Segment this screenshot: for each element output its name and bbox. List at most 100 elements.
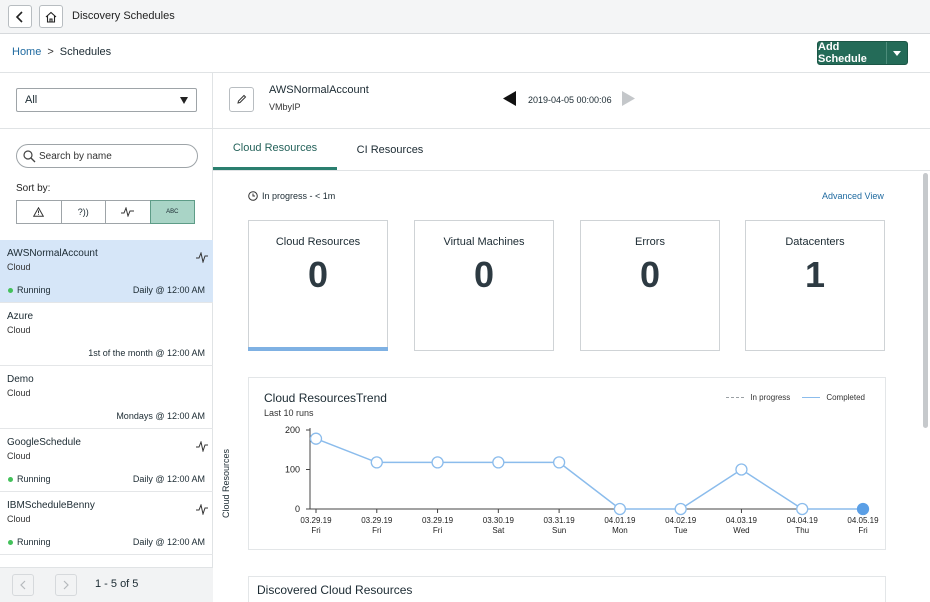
back-button[interactable]: [8, 5, 32, 28]
trend-panel: Cloud ResourcesTrend Last 10 runs In pro…: [221, 377, 886, 550]
back-arrow-icon: [15, 10, 23, 23]
status-text: Running: [17, 474, 51, 484]
card-title: Datacenters: [785, 236, 845, 248]
x-tick-label: 03.31.19: [544, 516, 576, 525]
schedule-item-name: IBMScheduleBenny: [7, 500, 95, 511]
app-title: Discovery Schedules: [72, 10, 175, 22]
status-text: Running: [17, 537, 51, 547]
tab-cloud-resources[interactable]: Cloud Resources: [213, 129, 337, 170]
filter-selected-value: All: [25, 94, 38, 106]
list-item[interactable]: Azure Cloud 1st of the month @ 12:00 AM: [0, 303, 213, 366]
pagination: 1 - 5 of 5: [0, 567, 213, 602]
activity-pulse-icon: [196, 441, 208, 452]
scrollbar-thumb[interactable]: [923, 173, 928, 428]
sidebar-divider: [0, 128, 213, 129]
x-tick-day-label: Wed: [733, 526, 749, 535]
list-item[interactable]: Demo Cloud Mondays @ 12:00 AM: [0, 366, 213, 429]
edit-schedule-button[interactable]: [229, 87, 254, 112]
discovered-resources-panel: Discovered Cloud Resources: [248, 576, 886, 602]
schedule-subtitle: VMbyIP: [269, 102, 301, 112]
list-item[interactable]: GoogleSchedule Cloud Running Daily @ 12:00…: [0, 429, 213, 492]
x-tick-label: 04.02.19: [665, 516, 697, 525]
schedule-item-name: Azure: [7, 311, 34, 322]
x-tick-day-label: Thu: [795, 526, 809, 535]
content-scrollbar[interactable]: [921, 171, 930, 602]
chevron-right-icon: [63, 580, 69, 590]
search-placeholder: Search by name: [39, 151, 112, 162]
pulse-icon: [121, 207, 135, 217]
summary-card[interactable]: Datacenters 1: [745, 220, 885, 351]
sort-by-name-button[interactable]: ABC: [149, 200, 195, 224]
schedule-item-type: Cloud: [7, 451, 31, 461]
schedule-frequency: 1st of the month @ 12:00 AM: [88, 348, 205, 358]
sort-toggle-group: ?)) ABC: [16, 200, 195, 224]
card-value: 0: [639, 254, 661, 295]
x-tick-day-label: Sun: [552, 526, 566, 535]
add-schedule-button[interactable]: Add Schedule: [817, 41, 908, 65]
search-icon: [23, 150, 36, 163]
data-point: [552, 456, 566, 469]
advanced-view-link[interactable]: Advanced View: [822, 191, 884, 201]
sort-by-activity-button[interactable]: [106, 201, 151, 223]
add-schedule-label[interactable]: Add Schedule: [818, 41, 887, 65]
summary-card[interactable]: Cloud Resources 0: [248, 220, 388, 351]
breadcrumb-current: Schedules: [59, 46, 112, 58]
breadcrumb: Home > Schedules: [12, 46, 111, 58]
card-active-indicator: [248, 347, 388, 351]
schedule-frequency: Daily @ 12:00 AM: [132, 537, 205, 547]
running-dot-icon: [8, 476, 13, 482]
x-tick-label: 03.29.19: [300, 516, 332, 525]
warning-icon: [33, 207, 45, 217]
y-tick-label: 100: [285, 465, 300, 475]
schedule-item-type: Cloud: [7, 325, 31, 335]
summary-card[interactable]: Virtual Machines 0: [414, 220, 554, 351]
status-indicator: Running: [8, 474, 51, 484]
previous-run-icon[interactable]: [503, 91, 516, 106]
schedule-item-name: AWSNormalAccount: [7, 248, 98, 259]
activity-pulse-icon: [196, 252, 208, 263]
x-tick-day-label: Tue: [674, 526, 688, 535]
next-run-icon[interactable]: [622, 91, 635, 106]
card-value: 0: [307, 254, 329, 295]
search-input[interactable]: Search by name: [16, 144, 198, 168]
home-button[interactable]: [39, 5, 63, 28]
filter-select[interactable]: All: [16, 88, 197, 112]
card-title: Cloud Resources: [275, 236, 361, 248]
schedule-sidebar: All Search by name Sort by: ?)) ABC AWSN…: [0, 73, 213, 602]
breadcrumb-home-link[interactable]: Home: [12, 46, 41, 58]
card-value: 0: [473, 254, 495, 295]
list-item[interactable]: AWSNormalAccount Cloud Running Daily @ 12:…: [0, 240, 213, 303]
x-tick-label: 04.01.19: [604, 516, 636, 525]
tab-ci-resources[interactable]: CI Resources: [343, 129, 437, 170]
schedule-frequency: Daily @ 12:00 AM: [132, 285, 205, 295]
x-tick-day-label: Fri: [311, 526, 321, 535]
card-title: Errors: [635, 236, 665, 248]
x-tick-day-label: Mon: [612, 526, 628, 535]
sort-by-errors-button[interactable]: [17, 201, 62, 223]
sort-by-status-button[interactable]: ?)): [62, 201, 106, 223]
data-point: [492, 456, 505, 469]
running-dot-icon: [8, 287, 13, 293]
home-icon: [45, 11, 57, 23]
breadcrumb-separator: >: [47, 46, 54, 58]
previous-page-button[interactable]: [12, 574, 34, 596]
card-value: 1: [804, 254, 826, 295]
data-point: [674, 502, 687, 516]
alphabetical-icon: ABC: [166, 209, 179, 215]
list-item[interactable]: IBMScheduleBenny Cloud Running Daily @ 12:…: [0, 492, 213, 555]
summary-card[interactable]: Errors 0: [580, 220, 720, 351]
x-tick-label: 04.05.19: [847, 516, 879, 525]
clock-icon: [248, 191, 258, 201]
add-schedule-dropdown[interactable]: [887, 42, 907, 64]
x-tick-day-label: Sat: [492, 526, 505, 535]
x-tick-label: 03.29.19: [361, 516, 393, 525]
top-bar: Discovery Schedules: [0, 0, 930, 34]
caret-down-icon: [893, 50, 901, 56]
data-point: [796, 502, 809, 516]
trend-chart: 010020003.29.19Fri03.29.19Fri03.29.19Fri…: [285, 425, 879, 535]
next-page-button[interactable]: [55, 574, 77, 596]
schedule-list: AWSNormalAccount Cloud Running Daily @ 12:…: [0, 240, 213, 555]
data-point: [613, 502, 627, 516]
data-point: [735, 463, 748, 476]
series-line-completed: [315, 437, 863, 510]
